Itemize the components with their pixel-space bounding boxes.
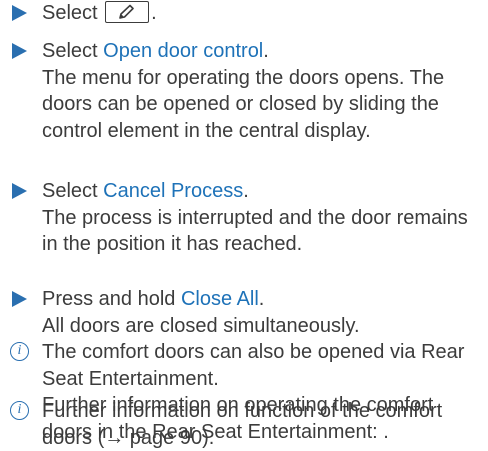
note-function-reference: i Further information on function of the… bbox=[0, 398, 486, 451]
info-icon: i bbox=[10, 401, 29, 420]
step-arrow-icon bbox=[12, 183, 27, 199]
step-action: Select bbox=[42, 40, 98, 62]
step-action: Select bbox=[42, 2, 98, 24]
step-result: The process is interrupted and the door … bbox=[42, 206, 468, 256]
step-open-door-control: Select Open door control. The menu for o… bbox=[0, 38, 486, 144]
open-door-control-link[interactable]: Open door control bbox=[103, 40, 263, 62]
step-text: Press and hold Close All. All doors are … bbox=[42, 286, 486, 339]
info-icon: i bbox=[10, 342, 29, 361]
note-line: The comfort doors can also be opened via… bbox=[42, 341, 465, 390]
step-close-all: Press and hold Close All. All doors are … bbox=[0, 286, 486, 339]
step-text: Select Cancel Process. The process is in… bbox=[42, 178, 486, 258]
cancel-process-link[interactable]: Cancel Process bbox=[103, 180, 243, 202]
step-punct: . bbox=[151, 2, 157, 24]
step-text: Select Open door control. The menu for o… bbox=[42, 38, 486, 144]
step-punct: . bbox=[258, 288, 265, 310]
step-result: All doors are closed simultaneously. bbox=[42, 314, 360, 337]
step-select-edit: Select . bbox=[0, 0, 486, 27]
step-punct: . bbox=[263, 40, 269, 62]
step-cancel-process: Select Cancel Process. The process is in… bbox=[0, 178, 486, 258]
step-arrow-icon bbox=[12, 43, 27, 59]
step-punct: . bbox=[243, 180, 249, 202]
instruction-page: Select . Select Open door control. The m… bbox=[0, 0, 488, 451]
note-text: Further information on function of the c… bbox=[42, 400, 443, 449]
step-result: The menu for operating the doors opens. … bbox=[42, 66, 445, 142]
pencil-icon bbox=[105, 1, 150, 23]
close-all-link[interactable]: Close All bbox=[181, 288, 259, 310]
step-text: Select . bbox=[42, 0, 486, 27]
step-action: Select bbox=[42, 180, 98, 202]
step-arrow-icon bbox=[12, 5, 27, 21]
step-action: Press and hold bbox=[42, 288, 176, 310]
step-arrow-icon bbox=[12, 291, 27, 307]
